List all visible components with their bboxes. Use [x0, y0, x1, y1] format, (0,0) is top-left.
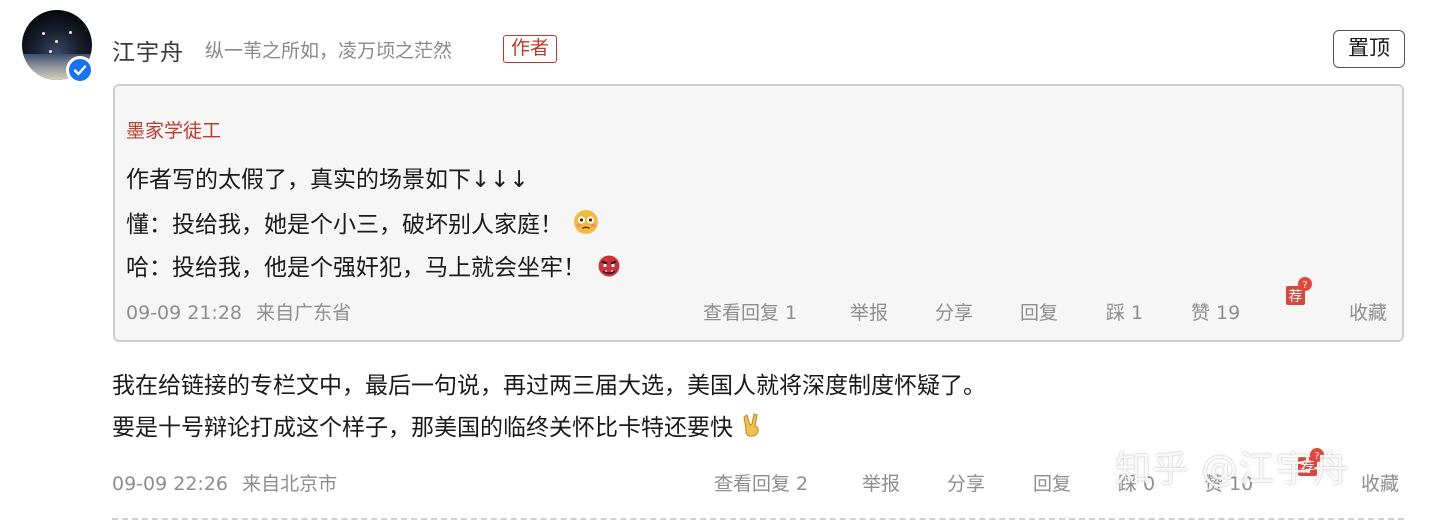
collect-button[interactable]: 收藏: [1349, 298, 1387, 325]
pin-button[interactable]: 置顶: [1333, 30, 1405, 68]
quote-line: 懂：投给我，她是个小三，破坏别人家庭！: [126, 205, 599, 239]
report-button[interactable]: 举报: [850, 298, 888, 325]
location: 来自北京市: [242, 473, 338, 495]
author-name[interactable]: 江宇舟: [112, 33, 184, 67]
timestamp: 09-09 22:26: [112, 473, 229, 495]
comment-body-line: 要是十号辩论打成这个样子，那美国的临终关怀比卡特还要快: [112, 408, 765, 442]
collect-button[interactable]: 收藏: [1361, 469, 1399, 496]
reply-button[interactable]: 回复: [1033, 469, 1071, 496]
quote-author-name[interactable]: 墨家学徒工: [126, 116, 221, 143]
comment-body-text: 要是十号辩论打成这个样子，那美国的临终关怀比卡特还要快: [112, 415, 733, 441]
recommend-icon[interactable]: 荐 ?: [1284, 276, 1312, 306]
quoted-comment: 墨家学徒工 作者写的太假了，真实的场景如下↓↓↓ 懂：投给我，她是个小三，破坏别…: [113, 84, 1404, 342]
share-button[interactable]: 分享: [935, 298, 973, 325]
author-bio: 纵一苇之所如，凌万顷之茫然: [205, 40, 453, 62]
ogre-face-icon: [596, 252, 622, 278]
comment-body-line: 我在给链接的专栏文中，最后一句说，再过两三届大选，美国人就将深度制度怀疑了。: [112, 366, 986, 400]
author-tag-badge: 作者: [503, 35, 558, 63]
location: 来自广东省: [256, 302, 352, 324]
quote-line-text: 哈：投给我，他是个强奸犯，马上就会坐牢！: [126, 255, 586, 281]
share-button[interactable]: 分享: [947, 469, 985, 496]
quote-line-text: 懂：投给我，她是个小三，破坏别人家庭！: [126, 212, 563, 238]
watermark: 知乎 @江宇舟: [1115, 449, 1350, 490]
view-replies-button[interactable]: 查看回复 2: [714, 469, 808, 496]
comment-body-text: 我在给链接的专栏文中，最后一句说，再过两三届大选，美国人就将深度制度怀疑了。: [112, 373, 986, 399]
timestamp: 09-09 21:28: [126, 302, 243, 324]
dislike-button[interactable]: 踩 1: [1106, 298, 1143, 325]
quote-line-text: 作者写的太假了，真实的场景如下↓↓↓: [126, 167, 529, 193]
verified-badge-icon: [66, 56, 94, 84]
divider: [112, 518, 1404, 520]
comment-meta-time: 09-09 22:26 来自北京市: [112, 469, 337, 496]
svg-text:荐: 荐: [1289, 289, 1303, 305]
quote-meta-time: 09-09 21:28 来自广东省: [126, 298, 351, 325]
quote-line: 作者写的太假了，真实的场景如下↓↓↓: [126, 160, 529, 194]
view-replies-button[interactable]: 查看回复 1: [703, 298, 797, 325]
svg-text:?: ?: [1302, 280, 1307, 291]
like-button[interactable]: 赞 19: [1191, 298, 1240, 325]
reply-button[interactable]: 回复: [1020, 298, 1058, 325]
quote-line: 哈：投给我，他是个强奸犯，马上就会坐牢！: [126, 248, 622, 282]
report-button[interactable]: 举报: [862, 469, 900, 496]
victory-hand-icon: [739, 412, 765, 438]
flushed-face-icon: [573, 209, 599, 235]
